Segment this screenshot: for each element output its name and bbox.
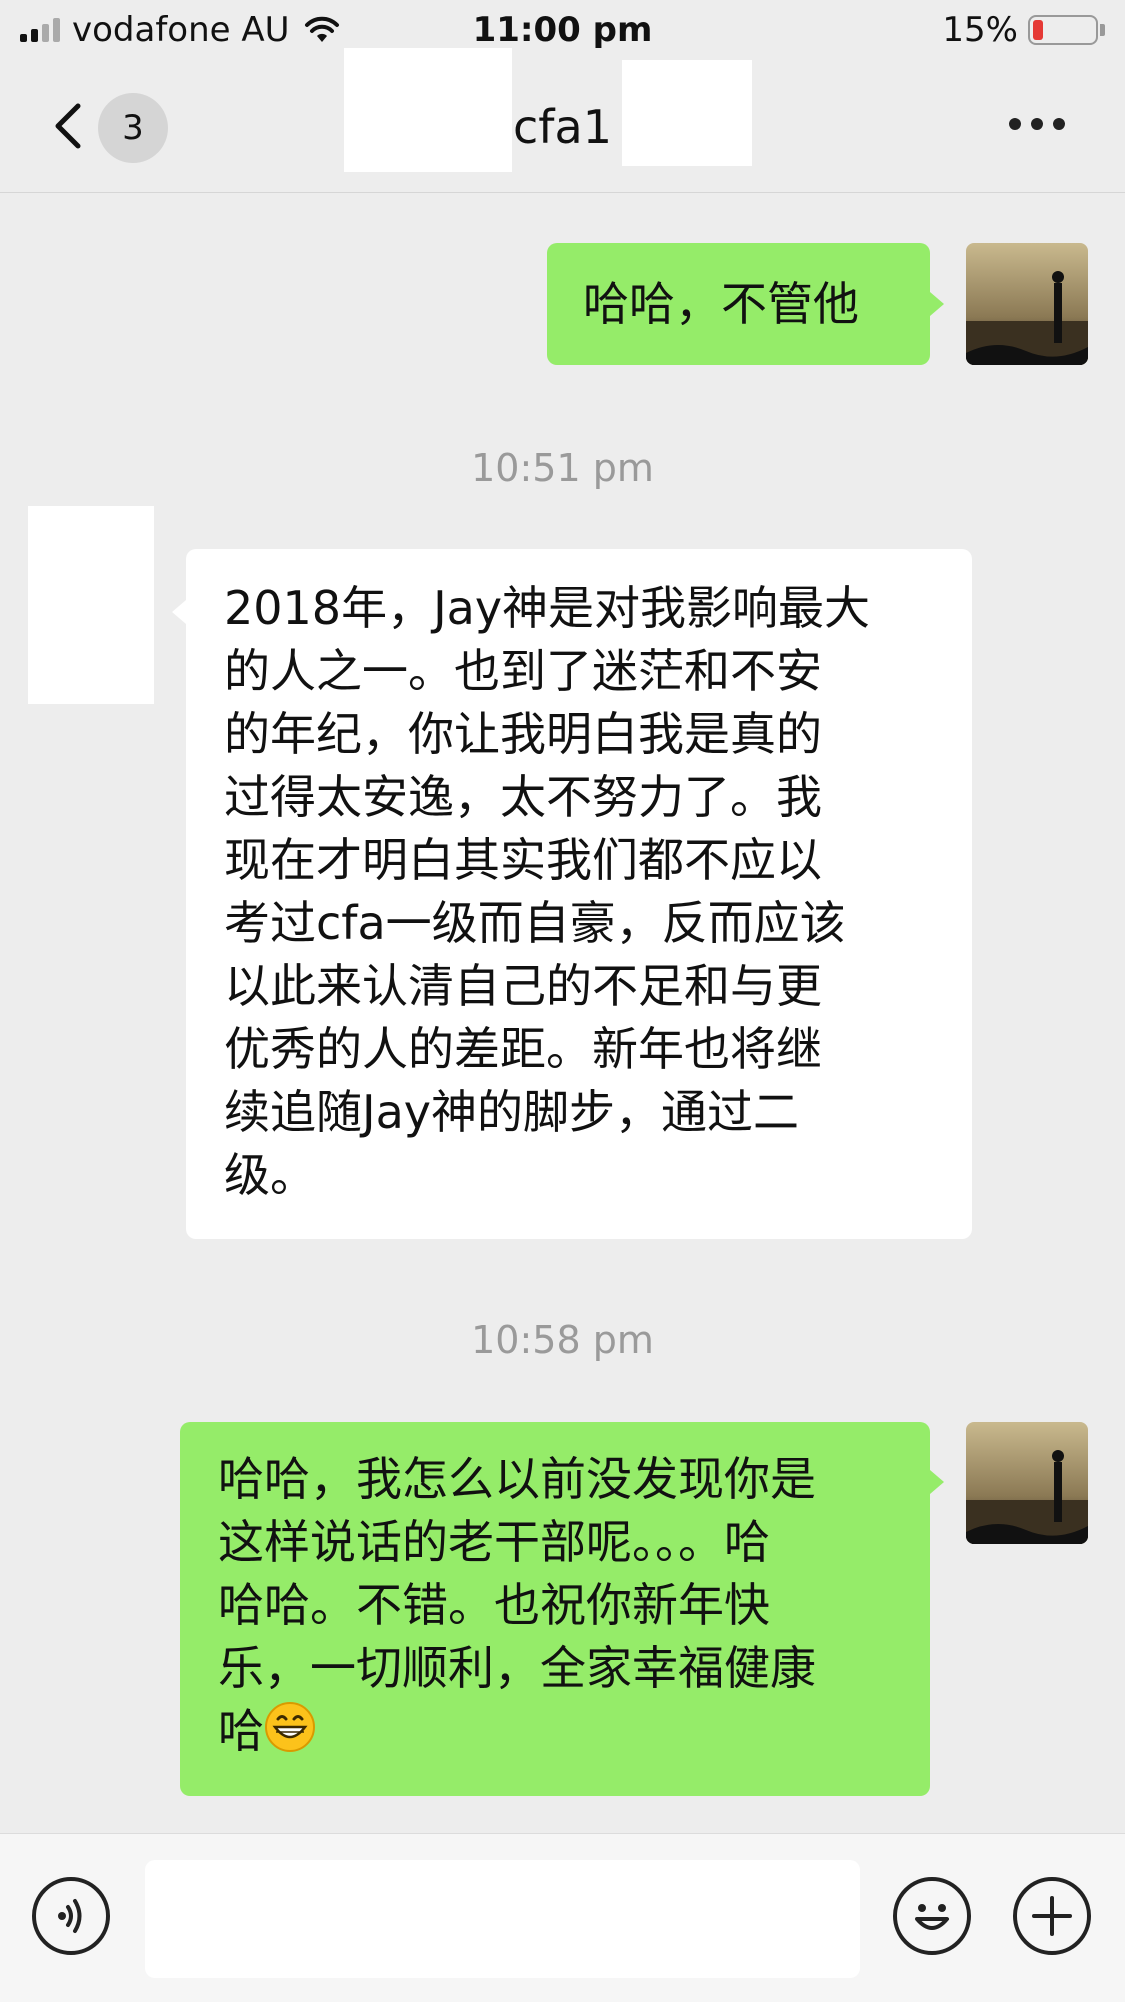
redacted-block <box>622 60 752 166</box>
avatar-image <box>966 1422 1088 1544</box>
message-line: 的年纪，你让我明白我是真的 <box>224 707 822 761</box>
message-line: 现在才明白其实我们都不应以 <box>224 833 822 887</box>
my-avatar[interactable] <box>966 243 1088 365</box>
message-input[interactable] <box>145 1860 860 1978</box>
status-bar: vodafone AU 11:00 pm 15% <box>0 0 1125 60</box>
message-line: 考过cfa一级而自豪，反而应该 <box>224 896 846 950</box>
battery-icon <box>1028 15 1098 45</box>
battery-percent: 15% <box>942 10 1018 50</box>
message-line: 优秀的人的差距。新年也将继 <box>224 1022 822 1076</box>
my-avatar[interactable] <box>966 1422 1088 1544</box>
message-line: 的人之一。也到了迷茫和不安 <box>224 644 822 698</box>
chat-title: cfa1 <box>513 100 612 154</box>
bubble-tail <box>930 292 944 316</box>
message-line: 乐，一切顺利，全家幸福健康 <box>218 1641 816 1695</box>
message-line: 哈哈。不错。也祝你新年快 <box>218 1578 770 1632</box>
plus-icon[interactable] <box>1013 1877 1091 1955</box>
grinning-face-icon <box>265 1702 315 1752</box>
status-right: 15% <box>942 10 1105 50</box>
redacted-block <box>344 48 512 172</box>
message-line: 以此来认清自己的不足和与更 <box>224 959 822 1013</box>
message-bubble-sent[interactable]: 哈哈，不管他 <box>547 243 930 365</box>
message-line: 这样说话的老干部呢。。。哈 <box>218 1515 770 1569</box>
message-line: 哈哈，我怎么以前没发现你是 <box>218 1452 816 1506</box>
message-line: 2018年，Jay神是对我影响最大 <box>224 581 871 635</box>
input-bar <box>0 1833 1125 2002</box>
message-text: 哈 <box>218 1704 264 1758</box>
message-line: 级。 <box>224 1148 316 1202</box>
avatar-image <box>966 243 1088 365</box>
timestamp: 10:58 pm <box>471 1318 654 1362</box>
message-line: 过得太安逸，太不努力了。我 <box>224 770 822 824</box>
message-bubble-sent[interactable]: 哈哈，我怎么以前没发现你是 这样说话的老干部呢。。。哈 哈哈。不错。也祝你新年快… <box>180 1422 930 1796</box>
voice-icon[interactable] <box>32 1877 110 1955</box>
emoji-icon[interactable] <box>893 1877 971 1955</box>
bubble-tail <box>172 600 186 624</box>
message-line: 续追随Jay神的脚步，通过二 <box>224 1085 799 1139</box>
redacted-avatar <box>28 506 154 704</box>
bubble-tail <box>930 1470 944 1494</box>
chat-header: 3 cfa1 <box>0 48 1125 193</box>
more-dots-icon[interactable] <box>1009 118 1065 130</box>
timestamp: 10:51 pm <box>471 446 654 490</box>
message-line-with-emoji: 哈 <box>218 1700 906 1763</box>
message-bubble-received[interactable]: 2018年，Jay神是对我影响最大 的人之一。也到了迷茫和不安 的年纪，你让我明… <box>186 549 972 1239</box>
